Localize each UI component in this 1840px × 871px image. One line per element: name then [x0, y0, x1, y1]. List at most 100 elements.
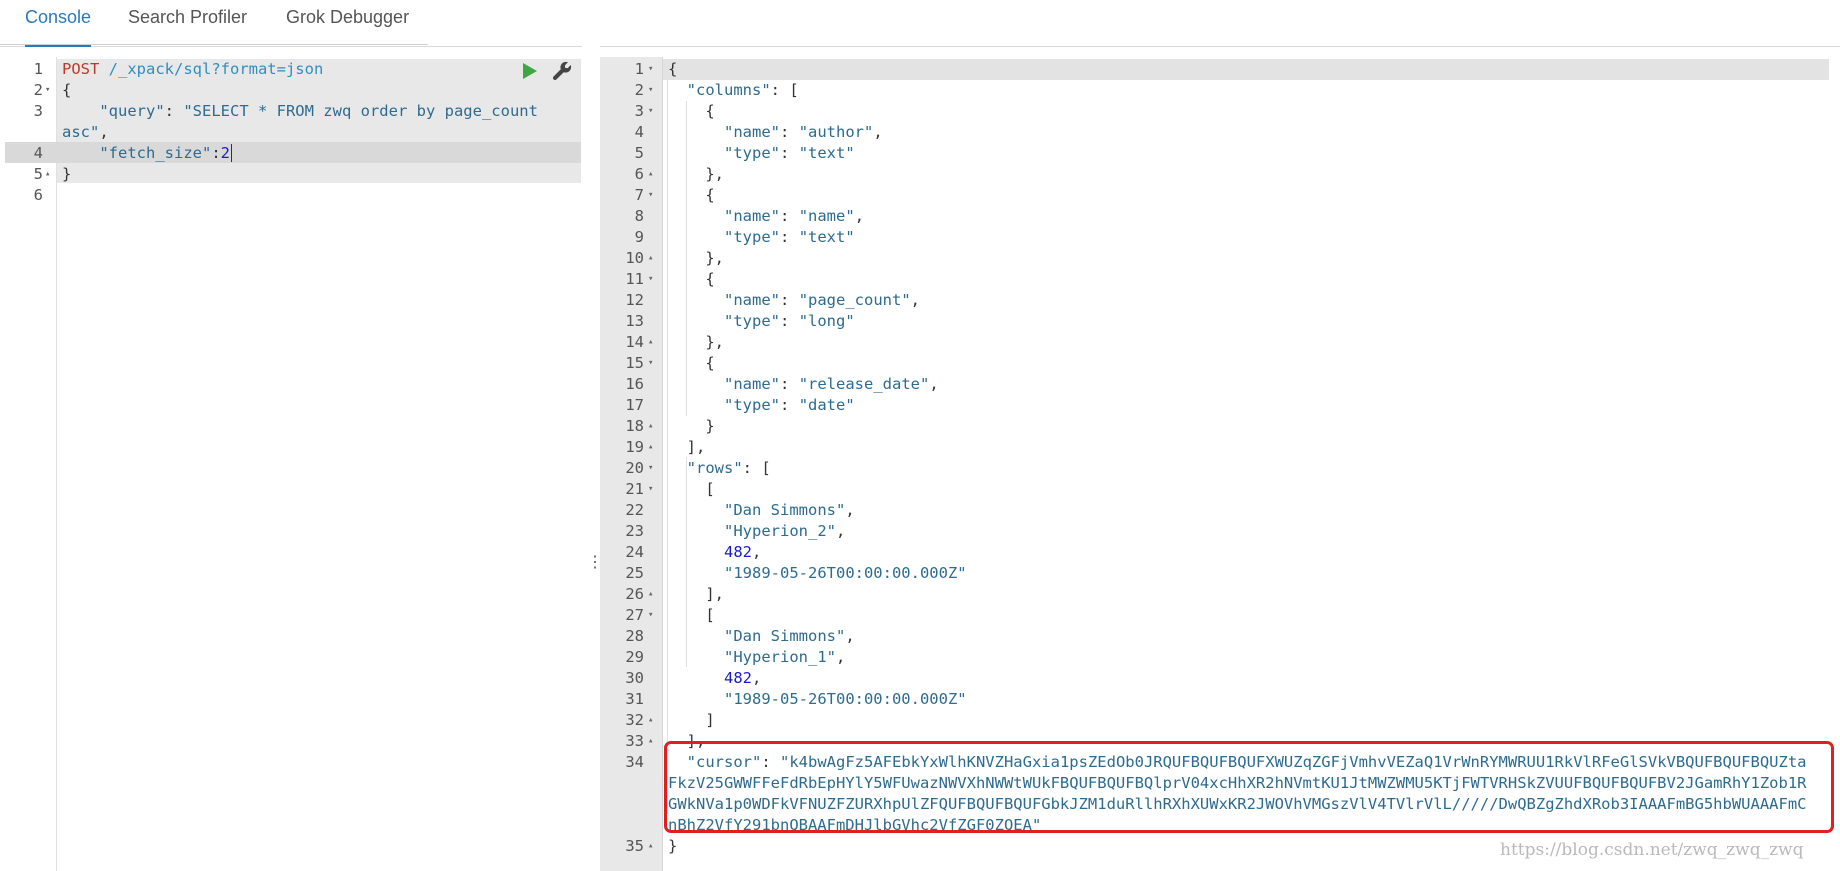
response-line: "Hyperion_2",: [724, 522, 846, 540]
line-number: 25: [625, 564, 644, 582]
line-number: 14: [625, 333, 644, 351]
response-line: "1989-05-26T00:00:00.000Z": [724, 690, 967, 708]
line-number: 15: [625, 354, 644, 372]
line-number: 16: [625, 375, 644, 393]
line-number: 10: [625, 249, 644, 267]
fold-toggle-icon[interactable]: ▴: [45, 164, 50, 185]
tab-grok-debugger[interactable]: Grok Debugger: [286, 0, 409, 45]
fetch-size-value: 2: [220, 144, 230, 162]
response-line: "rows": [: [686, 459, 771, 477]
fold-toggle-icon[interactable]: ▾: [45, 80, 50, 101]
response-active-line: [663, 59, 1829, 80]
response-line: "name": "name",: [724, 207, 865, 225]
cursor-highlight-box: [664, 741, 1834, 833]
response-line: "columns": [: [686, 81, 799, 99]
response-line: },: [705, 249, 725, 267]
line-number: 6: [634, 165, 644, 183]
fold-toggle-icon[interactable]: ▾: [648, 605, 653, 626]
line-number: 13: [625, 312, 644, 330]
response-close-brace: }: [668, 837, 678, 855]
tab-search-profiler[interactable]: Search Profiler: [128, 0, 247, 45]
tab-bar: Console Search Profiler Grok Debugger: [0, 0, 1840, 47]
response-line: {: [705, 102, 715, 120]
fold-toggle-icon[interactable]: ▾: [648, 479, 653, 500]
query-key: "query": [99, 102, 165, 120]
line-number: 3: [33, 102, 43, 120]
line-number: 19: [625, 438, 644, 456]
response-line: "type": "date": [724, 396, 855, 414]
fold-toggle-icon[interactable]: ▾: [648, 353, 653, 374]
response-line: "name": "author",: [724, 123, 883, 141]
fold-toggle-icon[interactable]: ▾: [648, 458, 653, 479]
fetch-size-line: "fetch_size":2: [99, 144, 232, 162]
response-line: "type": "long": [724, 312, 855, 330]
line-number: 18: [625, 417, 644, 435]
fold-toggle-icon[interactable]: ▴: [648, 332, 653, 353]
request-line: POST /_xpack/sql?format=json: [62, 59, 323, 80]
fold-toggle-icon[interactable]: ▴: [648, 416, 653, 437]
wrench-icon[interactable]: [551, 60, 573, 82]
response-line: "type": "text": [724, 228, 855, 246]
fold-toggle-icon[interactable]: ▾: [648, 59, 653, 80]
line-number: 34: [625, 753, 644, 771]
fold-toggle-icon[interactable]: ▾: [648, 80, 653, 101]
request-open-brace: {: [62, 81, 72, 99]
fold-toggle-icon[interactable]: ▴: [648, 164, 653, 185]
fold-toggle-icon[interactable]: ▴: [648, 710, 653, 731]
response-line: "1989-05-26T00:00:00.000Z": [724, 564, 967, 582]
fold-toggle-icon[interactable]: ▴: [648, 248, 653, 269]
fold-toggle-icon[interactable]: ▴: [648, 836, 653, 857]
fold-toggle-icon[interactable]: ▴: [648, 584, 653, 605]
response-line: 482,: [724, 669, 762, 687]
line-number: 4: [33, 144, 43, 162]
line-number: 5: [634, 144, 644, 162]
fold-toggle-icon[interactable]: ▴: [648, 437, 653, 458]
request-url: /_xpack/sql?format=json: [108, 60, 324, 78]
line-number: 2: [634, 81, 644, 99]
response-line: },: [705, 165, 725, 183]
response-line: {: [705, 354, 715, 372]
response-line: ],: [705, 585, 725, 603]
line-number: 21: [625, 480, 644, 498]
line-number: 5: [33, 165, 43, 183]
pane-splitter[interactable]: [582, 46, 600, 871]
response-line: "name": "page_count",: [724, 291, 921, 309]
fold-toggle-icon[interactable]: ▾: [648, 269, 653, 290]
fold-toggle-icon[interactable]: ▾: [648, 185, 653, 206]
line-number: 3: [634, 102, 644, 120]
response-line: [: [705, 480, 715, 498]
line-number: 29: [625, 648, 644, 666]
line-number: 9: [634, 228, 644, 246]
line-number: 4: [634, 123, 644, 141]
response-line: "type": "text": [724, 144, 855, 162]
response-line: "Hyperion_1",: [724, 648, 846, 666]
line-number: 26: [625, 585, 644, 603]
fold-toggle-icon[interactable]: ▾: [648, 101, 653, 122]
text-caret: [231, 144, 232, 162]
line-number: 30: [625, 669, 644, 687]
tab-console[interactable]: Console: [25, 0, 92, 47]
query-value: "SELECT * FROM zwq order by page_count: [183, 102, 538, 120]
fold-toggle-icon[interactable]: ▴: [648, 731, 653, 752]
query-value-wrap: asc": [62, 123, 100, 141]
line-number: 32: [625, 711, 644, 729]
request-close-brace: }: [62, 165, 72, 183]
response-line: "Dan Simmons",: [724, 501, 855, 519]
response-line: 482,: [724, 543, 762, 561]
response-line: {: [705, 270, 715, 288]
play-icon[interactable]: [522, 62, 538, 80]
query-line: "query": "SELECT * FROM zwq order by pag…: [99, 102, 538, 120]
response-line: "name": "release_date",: [724, 375, 939, 393]
line-number: 17: [625, 396, 644, 414]
line-number: 22: [625, 501, 644, 519]
line-number: 1: [634, 60, 644, 78]
tab-divider: [0, 44, 428, 45]
response-line: {: [668, 60, 678, 78]
request-editor[interactable]: 1 2 ▾ 3 4 5 ▴ 6 POST /_xpack/sql?format=…: [5, 57, 581, 871]
line-number: 33: [625, 732, 644, 750]
response-line: ],: [686, 438, 706, 456]
http-method: POST: [62, 60, 100, 78]
line-number: 27: [625, 606, 644, 624]
response-line: [: [705, 606, 715, 624]
response-line: },: [705, 333, 725, 351]
